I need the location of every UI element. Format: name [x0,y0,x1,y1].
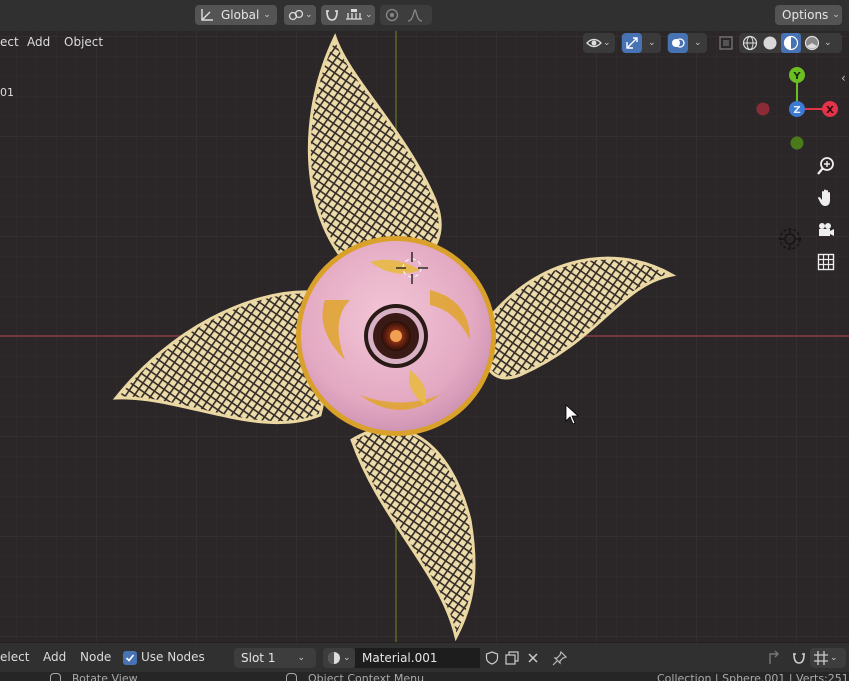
status-rotate-view: Rotate View [72,672,138,681]
pin-icon[interactable] [547,645,573,671]
select-menu[interactable]: ect [0,35,19,49]
node-menu[interactable]: Node [80,650,111,664]
chevron-down-icon: ⌄ [832,10,840,20]
use-nodes-label[interactable]: Use Nodes [141,650,205,664]
viewport-header: Global ⌄ ⌄ ⌄ Options ⌄ [0,0,849,32]
3d-viewport[interactable]: ect Add Object 01 ⌄ ⌄ ⌄ ⌄ ‹ Y X Z [0,31,849,642]
proportional-editing-group[interactable] [380,5,432,25]
core-highlight [390,330,402,342]
slot-dropdown[interactable]: Slot 1 ⌄ [234,648,316,668]
eye-icon [586,35,602,51]
visibility-dropdown[interactable]: ⌄ [583,33,615,53]
status-scene-stats: Collection | Sphere.001 | Verts:251 [657,672,849,681]
perspective-grid-icon[interactable] [813,249,839,275]
material-name: Material.001 [362,651,438,665]
falloff-curve-icon[interactable] [407,8,423,22]
pivot-icon [288,7,304,23]
add-menu[interactable]: Add [27,35,50,49]
parent-node-tree-icon[interactable] [761,645,787,671]
chevron-down-icon: ⌄ [830,653,838,663]
snap-grid-icon [813,650,829,666]
orientation-icon [199,7,215,23]
status-bar: Rotate View Object Context Menu Collecti… [0,672,849,681]
transform-orientation-dropdown[interactable]: Global ⌄ [195,5,277,25]
add-menu[interactable]: Add [43,650,66,664]
chevron-down-icon: ⌄ [297,653,305,663]
overlay-icon[interactable] [668,33,688,53]
zoom-icon[interactable] [813,153,839,179]
gizmo-toggle-group[interactable]: ⌄ [621,33,661,53]
camera-view-icon[interactable] [813,217,839,243]
material-sphere-icon [327,651,341,665]
ornament-sphere[interactable] [296,236,496,436]
overlay-toggle-group[interactable]: ⌄ [667,33,707,53]
slot-label: Slot 1 [241,651,276,665]
options-dropdown[interactable]: Options ⌄ [775,5,842,25]
pivot-point-dropdown[interactable]: ⌄ [284,5,316,25]
orientation-label: Global [221,8,260,22]
material-name-field[interactable]: Material.001 [355,648,480,668]
rendered-shading-icon[interactable] [804,35,820,51]
gizmo-z-text: Z [793,105,800,116]
light-probe-icon [777,226,803,252]
xray-toggle-icon[interactable] [713,31,739,56]
navigation-gizmo[interactable]: Y X Z [748,65,848,165]
gizmo-x-text: X [826,105,834,116]
mouse-icon [50,673,61,681]
snap-element-dropdown[interactable]: ⌄ [810,648,846,668]
material-browse-dropdown[interactable]: ⌄ [323,648,355,668]
options-label: Options [782,8,829,22]
checkmark-icon [125,654,135,662]
gizmo-neg-x[interactable] [756,102,770,116]
status-context-menu: Object Context Menu [308,672,425,681]
chevron-down-icon: ⌄ [263,10,271,20]
chevron-down-icon: ⌄ [603,38,611,48]
snap-magnet-icon[interactable] [786,645,812,671]
shading-mode-group[interactable]: ⌄ [739,33,842,53]
snap-group[interactable]: ⌄ [321,5,375,25]
chevron-down-icon: ⌄ [824,38,832,48]
chevron-down-icon: ⌄ [343,653,351,663]
proportional-edit-icon[interactable] [385,8,399,22]
chevron-down-icon: ⌄ [365,10,373,20]
mouse-icon [286,673,297,681]
object-menu[interactable]: Object [64,35,103,49]
use-nodes-checkbox[interactable] [123,651,137,665]
chevron-down-icon: ⌄ [305,10,313,20]
gizmo-icon[interactable] [622,33,642,53]
unlink-close-icon[interactable] [520,645,546,671]
viewport-scene[interactable] [0,31,849,642]
snap-increment-icon[interactable] [345,7,363,23]
solid-shading-icon[interactable] [762,35,778,51]
wireframe-shading-icon[interactable] [742,35,758,51]
gizmo-neg-y[interactable] [790,136,804,150]
pan-hand-icon[interactable] [813,185,839,211]
viewport-info-text: 01 [0,86,14,99]
snap-magnet-icon[interactable] [324,7,340,23]
material-preview-icon[interactable] [781,33,801,53]
node-editor-header: elect Add Node Use Nodes Slot 1 ⌄ ⌄ Mate… [0,642,849,673]
gizmo-y-text: Y [792,71,801,82]
chevron-down-icon: ⌄ [694,38,702,48]
chevron-down-icon: ⌄ [648,38,656,48]
select-menu[interactable]: elect [0,650,29,664]
